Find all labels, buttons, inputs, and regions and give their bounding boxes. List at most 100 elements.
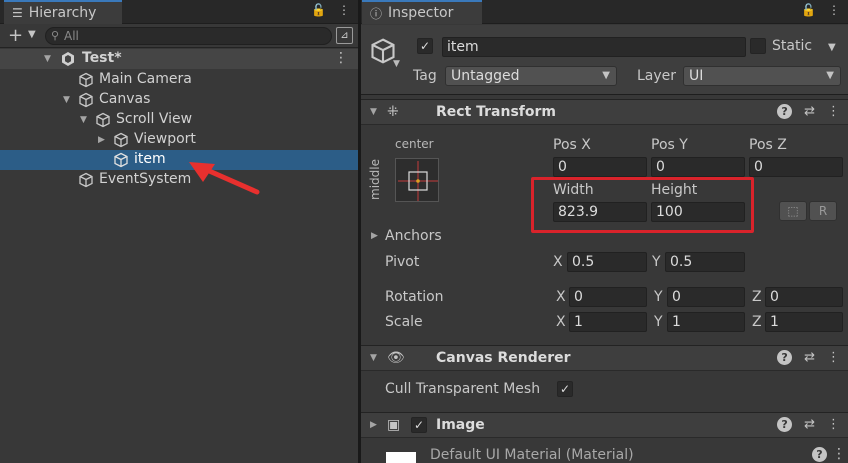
anchors-foldout[interactable]: Anchors [385, 228, 442, 244]
scale-y-axis-label: Y [654, 314, 663, 330]
presets-icon[interactable]: ⇄ [804, 104, 815, 119]
kebab-menu-icon[interactable]: ⋮ [338, 3, 350, 17]
scale-x-axis-label: X [556, 314, 566, 330]
pivot-x-field[interactable]: 0.5 [567, 252, 647, 272]
scene-row[interactable]: ▼ Test* ⋮ [0, 49, 358, 69]
scale-y-field[interactable]: 1 [667, 312, 745, 332]
canvas-renderer-title: Canvas Renderer [436, 350, 571, 366]
pos-y-label: Pos Y [651, 137, 688, 153]
search-options-icon[interactable]: ⊿ [336, 27, 353, 44]
search-input[interactable]: ⚲ All [45, 27, 332, 45]
kebab-menu-icon[interactable]: ⋮ [828, 3, 840, 17]
canvas-renderer-header[interactable]: ▼ 👁 Canvas Renderer ? ⇄ ⋮ [361, 345, 848, 371]
kebab-menu-icon[interactable]: ⋮ [827, 417, 840, 432]
chevron-down-icon: ▼ [602, 70, 610, 81]
blueprint-mode-button[interactable]: ⬚ [779, 201, 807, 221]
pos-z-field[interactable]: 0 [749, 157, 843, 177]
anchor-presets-button[interactable] [395, 158, 439, 202]
pos-y-field[interactable]: 0 [651, 157, 745, 177]
tab-inspector-label: Inspector [388, 5, 454, 21]
lock-icon[interactable]: 🔓 [801, 3, 816, 17]
active-checkbox[interactable]: ✓ [417, 38, 433, 54]
tab-hierarchy[interactable]: ☰ Hierarchy [4, 0, 122, 24]
pos-z-label: Pos Z [749, 137, 787, 153]
tag-dropdown[interactable]: Untagged ▼ [445, 66, 617, 86]
expand-triangle-icon[interactable]: ▼ [370, 107, 377, 117]
cull-transparent-mesh-checkbox[interactable]: ✓ [557, 381, 573, 397]
blueprint-dotted-square-icon: ⬚ [787, 204, 799, 218]
expand-triangle-icon[interactable]: ▼ [44, 54, 51, 64]
layer-label: Layer [637, 68, 677, 84]
tree-item-main-camera[interactable]: Main Camera [0, 70, 358, 90]
pivot-y-field[interactable]: 0.5 [665, 252, 745, 272]
help-icon[interactable]: ? [777, 104, 793, 119]
cull-transparent-mesh-label: Cull Transparent Mesh [385, 381, 541, 397]
pos-x-field[interactable]: 0 [553, 157, 647, 177]
tag-value: Untagged [451, 68, 520, 84]
list-icon: ☰ [12, 6, 23, 20]
rect-transform-header[interactable]: ▼ ⁜ Rect Transform ? ⇄ ⋮ [361, 99, 848, 125]
tree-item-label: Scroll View [116, 111, 193, 127]
annotation-arrow-icon [189, 162, 260, 195]
tag-label: Tag [413, 68, 437, 84]
lock-icon[interactable]: 🔓 [311, 3, 326, 17]
anchor-vertical-label: middle [368, 159, 382, 200]
pos-x-label: Pos X [553, 137, 591, 153]
tree-item-eventsystem[interactable]: EventSystem [0, 170, 358, 190]
expand-triangle-icon[interactable]: ▼ [63, 95, 70, 105]
component-tools: ? ⇄ ⋮ [777, 417, 840, 432]
object-name-field[interactable]: item [442, 37, 746, 57]
info-icon: ⓘ [370, 6, 383, 21]
component-tools: ? ⇄ ⋮ [777, 104, 840, 119]
kebab-menu-icon[interactable]: ⋮ [832, 446, 846, 462]
rot-x-axis-label: X [556, 289, 566, 305]
tree-item-item[interactable]: item [0, 150, 358, 170]
presets-icon[interactable]: ⇄ [804, 350, 815, 365]
scale-z-field[interactable]: 1 [765, 312, 843, 332]
tree-item-scroll-view[interactable]: ▼ Scroll View [0, 110, 358, 130]
gameobject-cube-icon [79, 72, 93, 88]
chevron-down-icon[interactable]: ▼ [28, 29, 36, 40]
material-label[interactable]: Default UI Material (Material) [430, 447, 634, 463]
chevron-down-icon[interactable]: ▼ [828, 42, 836, 53]
collapse-triangle-icon[interactable]: ▶ [370, 420, 377, 430]
static-checkbox[interactable] [750, 38, 766, 54]
help-icon[interactable]: ? [812, 447, 827, 462]
chevron-down-icon[interactable]: ▼ [393, 59, 400, 69]
image-component-header[interactable]: ▶ ▣ ✓ Image ? ⇄ ⋮ [361, 412, 848, 438]
image-enabled-checkbox[interactable]: ✓ [411, 417, 427, 433]
material-preview-swatch [386, 452, 416, 463]
rot-y-axis-label: Y [654, 289, 663, 305]
kebab-menu-icon[interactable]: ⋮ [827, 350, 840, 365]
expand-triangle-icon[interactable]: ▼ [370, 353, 377, 363]
collapse-triangle-icon[interactable]: ▶ [98, 135, 105, 145]
rot-z-axis-label: Z [752, 289, 762, 305]
expand-triangle-icon[interactable]: ▼ [80, 115, 87, 125]
scene-menu-icon[interactable]: ⋮ [334, 50, 348, 66]
tree-item-label: item [134, 151, 166, 167]
scale-x-field[interactable]: 1 [569, 312, 647, 332]
rot-x-field[interactable]: 0 [569, 287, 647, 307]
hierarchy-panel: ☰ Hierarchy 🔓 ⋮ + ▼ ⚲ All ⊿ ▼ Test* ⋮ Ma… [0, 0, 358, 463]
help-icon[interactable]: ? [777, 350, 793, 365]
help-icon[interactable]: ? [777, 417, 793, 432]
scale-label: Scale [385, 314, 423, 330]
create-plus-icon[interactable]: + [8, 25, 23, 46]
tree-item-label: Main Camera [99, 71, 192, 87]
gameobject-cube-icon [96, 112, 110, 128]
tree-item-viewport[interactable]: ▶ Viewport [0, 130, 358, 150]
raw-edit-button[interactable]: R [809, 201, 837, 221]
hierarchy-tab-tools: 🔓 ⋮ [311, 3, 350, 17]
hierarchy-tabbar: ☰ Hierarchy 🔓 ⋮ [0, 0, 358, 24]
rect-transform-icon: ⁜ [387, 104, 399, 120]
rot-y-field[interactable]: 0 [667, 287, 745, 307]
layer-dropdown[interactable]: UI ▼ [683, 66, 841, 86]
tab-hierarchy-label: Hierarchy [28, 5, 97, 21]
collapse-triangle-icon[interactable]: ▶ [371, 231, 378, 241]
tree-item-canvas[interactable]: ▼ Canvas [0, 90, 358, 110]
presets-icon[interactable]: ⇄ [804, 417, 815, 432]
rot-z-field[interactable]: 0 [765, 287, 843, 307]
scale-z-axis-label: Z [752, 314, 762, 330]
tab-inspector[interactable]: ⓘ Inspector [362, 0, 482, 24]
kebab-menu-icon[interactable]: ⋮ [827, 104, 840, 119]
